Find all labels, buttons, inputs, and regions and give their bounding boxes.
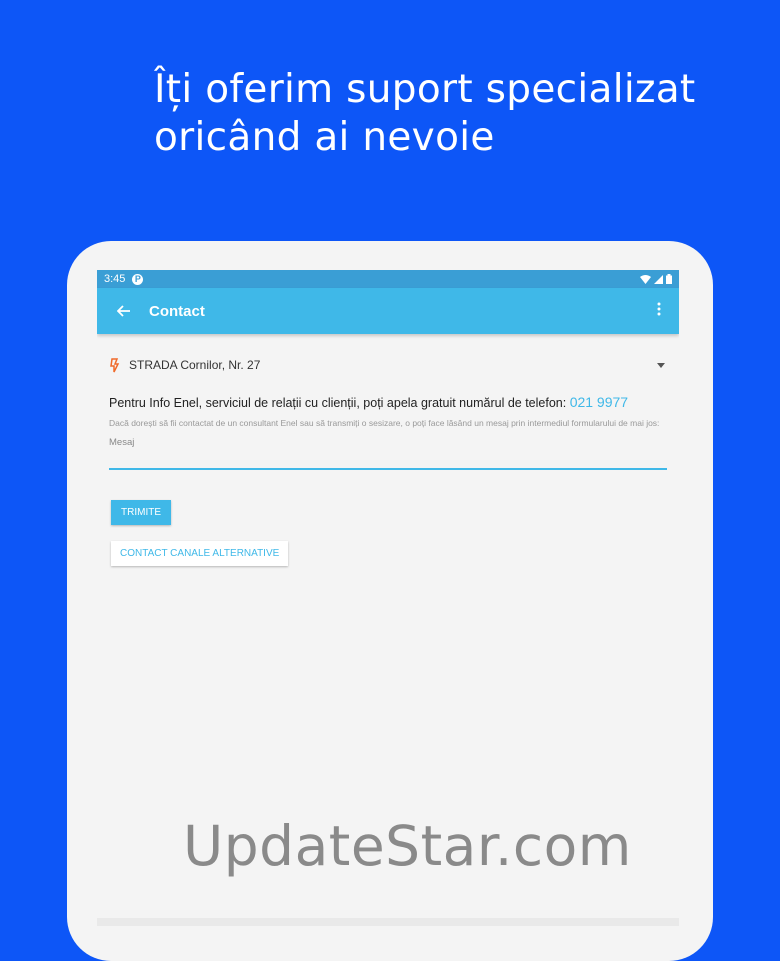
- status-bar: 3:45 P: [97, 270, 679, 288]
- dropdown-caret-icon[interactable]: [657, 362, 665, 368]
- watermark: UpdateStar.com: [183, 814, 632, 878]
- info-description: Pentru Info Enel, serviciul de relații c…: [109, 396, 567, 410]
- promo-headline-line-1: Îți oferim suport specializat: [154, 67, 696, 112]
- phone-number-link[interactable]: 021 9977: [570, 394, 628, 410]
- location-pin-icon: [109, 357, 125, 373]
- send-button[interactable]: TRIMITE: [111, 500, 171, 525]
- alternative-contact-button[interactable]: CONTACT CANALE ALTERNATIVE: [111, 541, 289, 566]
- info-text: Pentru Info Enel, serviciul de relații c…: [109, 394, 667, 412]
- address-selector[interactable]: STRADA Cornilor, Nr. 27: [109, 356, 667, 374]
- contact-content: STRADA Cornilor, Nr. 27 Pentru Info Enel…: [97, 356, 679, 566]
- notification-badge-icon: P: [132, 273, 144, 285]
- screen-bottom-edge: [97, 918, 679, 926]
- app-bar-title: Contact: [149, 302, 205, 320]
- more-vert-icon[interactable]: [653, 302, 665, 321]
- back-arrow-icon[interactable]: [116, 301, 149, 322]
- form-hint: Dacă dorești să fii contactat de un cons…: [109, 418, 660, 428]
- wifi-icon: [640, 274, 651, 284]
- app-bar: Contact: [97, 288, 679, 334]
- status-time: 3:45: [104, 273, 126, 285]
- signal-icon: [654, 274, 663, 284]
- promo-headline-line-2: oricând ai nevoie: [154, 115, 495, 160]
- message-input[interactable]: Mesaj: [109, 437, 667, 448]
- address-value: STRADA Cornilor, Nr. 27: [129, 358, 261, 372]
- battery-icon: [666, 274, 672, 284]
- promo-headline: Îți oferim suport specializat oricând ai…: [154, 66, 714, 162]
